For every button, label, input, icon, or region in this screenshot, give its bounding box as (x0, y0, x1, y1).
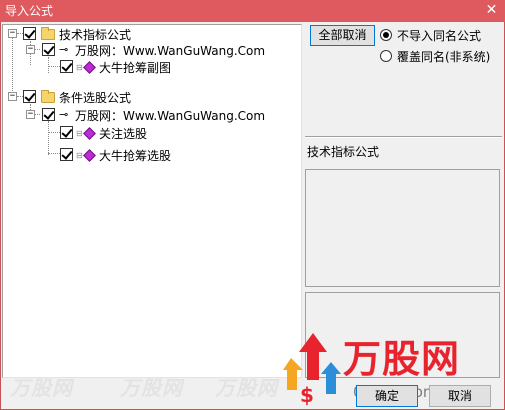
expand-collapse-toggle[interactable]: − (26, 45, 35, 54)
preview-panel (305, 292, 500, 378)
radio-label-no-import-same: 不导入同名公式 (397, 29, 482, 43)
formula-tree[interactable]: − 技术指标公式 − ⊸ 万股网：Www.WanGuWang.Com ⊟ 大牛抢… (2, 24, 302, 378)
folder-icon (41, 27, 55, 40)
title-bar[interactable]: 导入公式 ✕ (0, 0, 505, 22)
info-heading: 技术指标公式 (307, 145, 380, 159)
source-checkbox[interactable] (42, 43, 55, 56)
window-title: 导入公式 (5, 4, 54, 18)
group-label-indicators: 技术指标公式 (59, 28, 132, 42)
expand-collapse-toggle[interactable]: − (8, 92, 17, 101)
formula-gem-icon (83, 127, 96, 140)
formula-label: 大牛抢筹副图 (99, 61, 172, 75)
tree-connector (48, 132, 60, 133)
group-checkbox-indicators[interactable] (23, 27, 36, 40)
formula-gem-icon (83, 149, 96, 162)
formula-checkbox[interactable] (60, 126, 73, 139)
formula-label: 大牛抢筹选股 (99, 149, 172, 163)
deselect-all-button[interactable]: 全部取消 (310, 25, 375, 46)
formula-type-icon: ⊟ (76, 63, 83, 72)
divider (305, 136, 502, 138)
tree-connector (48, 153, 60, 154)
radio-overwrite-same[interactable] (380, 50, 392, 62)
info-panel (305, 169, 500, 287)
tree-connector (12, 37, 13, 95)
formula-gem-icon (83, 61, 96, 74)
close-icon[interactable]: ✕ (483, 2, 500, 19)
formula-checkbox[interactable] (60, 60, 73, 73)
group-label-screener: 条件选股公式 (59, 91, 132, 105)
source-label: 万股网：Www.WanGuWang.Com (75, 109, 266, 123)
tree-connector (48, 121, 49, 155)
ok-button[interactable]: 确定 (356, 385, 418, 407)
formula-checkbox[interactable] (60, 148, 73, 161)
radio-label-overwrite-same: 覆盖同名(非系统) (397, 50, 491, 64)
tree-connector (48, 66, 60, 67)
formula-type-icon: ⊟ (76, 151, 83, 160)
folder-icon (41, 90, 55, 103)
expand-collapse-toggle[interactable]: − (8, 29, 17, 38)
cancel-button[interactable]: 取消 (429, 385, 491, 407)
key-icon: ⊸ (59, 108, 69, 121)
source-label: 万股网：Www.WanGuWang.Com (75, 44, 266, 58)
radio-no-import-same[interactable] (380, 29, 392, 41)
options-pane: 全部取消 不导入同名公式 覆盖同名(非系统) 技术指标公式 (305, 24, 502, 378)
group-checkbox-screener[interactable] (23, 90, 36, 103)
tree-connector (48, 57, 49, 73)
formula-label: 关注选股 (99, 127, 148, 141)
source-checkbox[interactable] (42, 108, 55, 121)
expand-collapse-toggle[interactable]: − (26, 110, 35, 119)
key-icon: ⊸ (59, 43, 69, 56)
formula-type-icon: ⊟ (76, 129, 83, 138)
